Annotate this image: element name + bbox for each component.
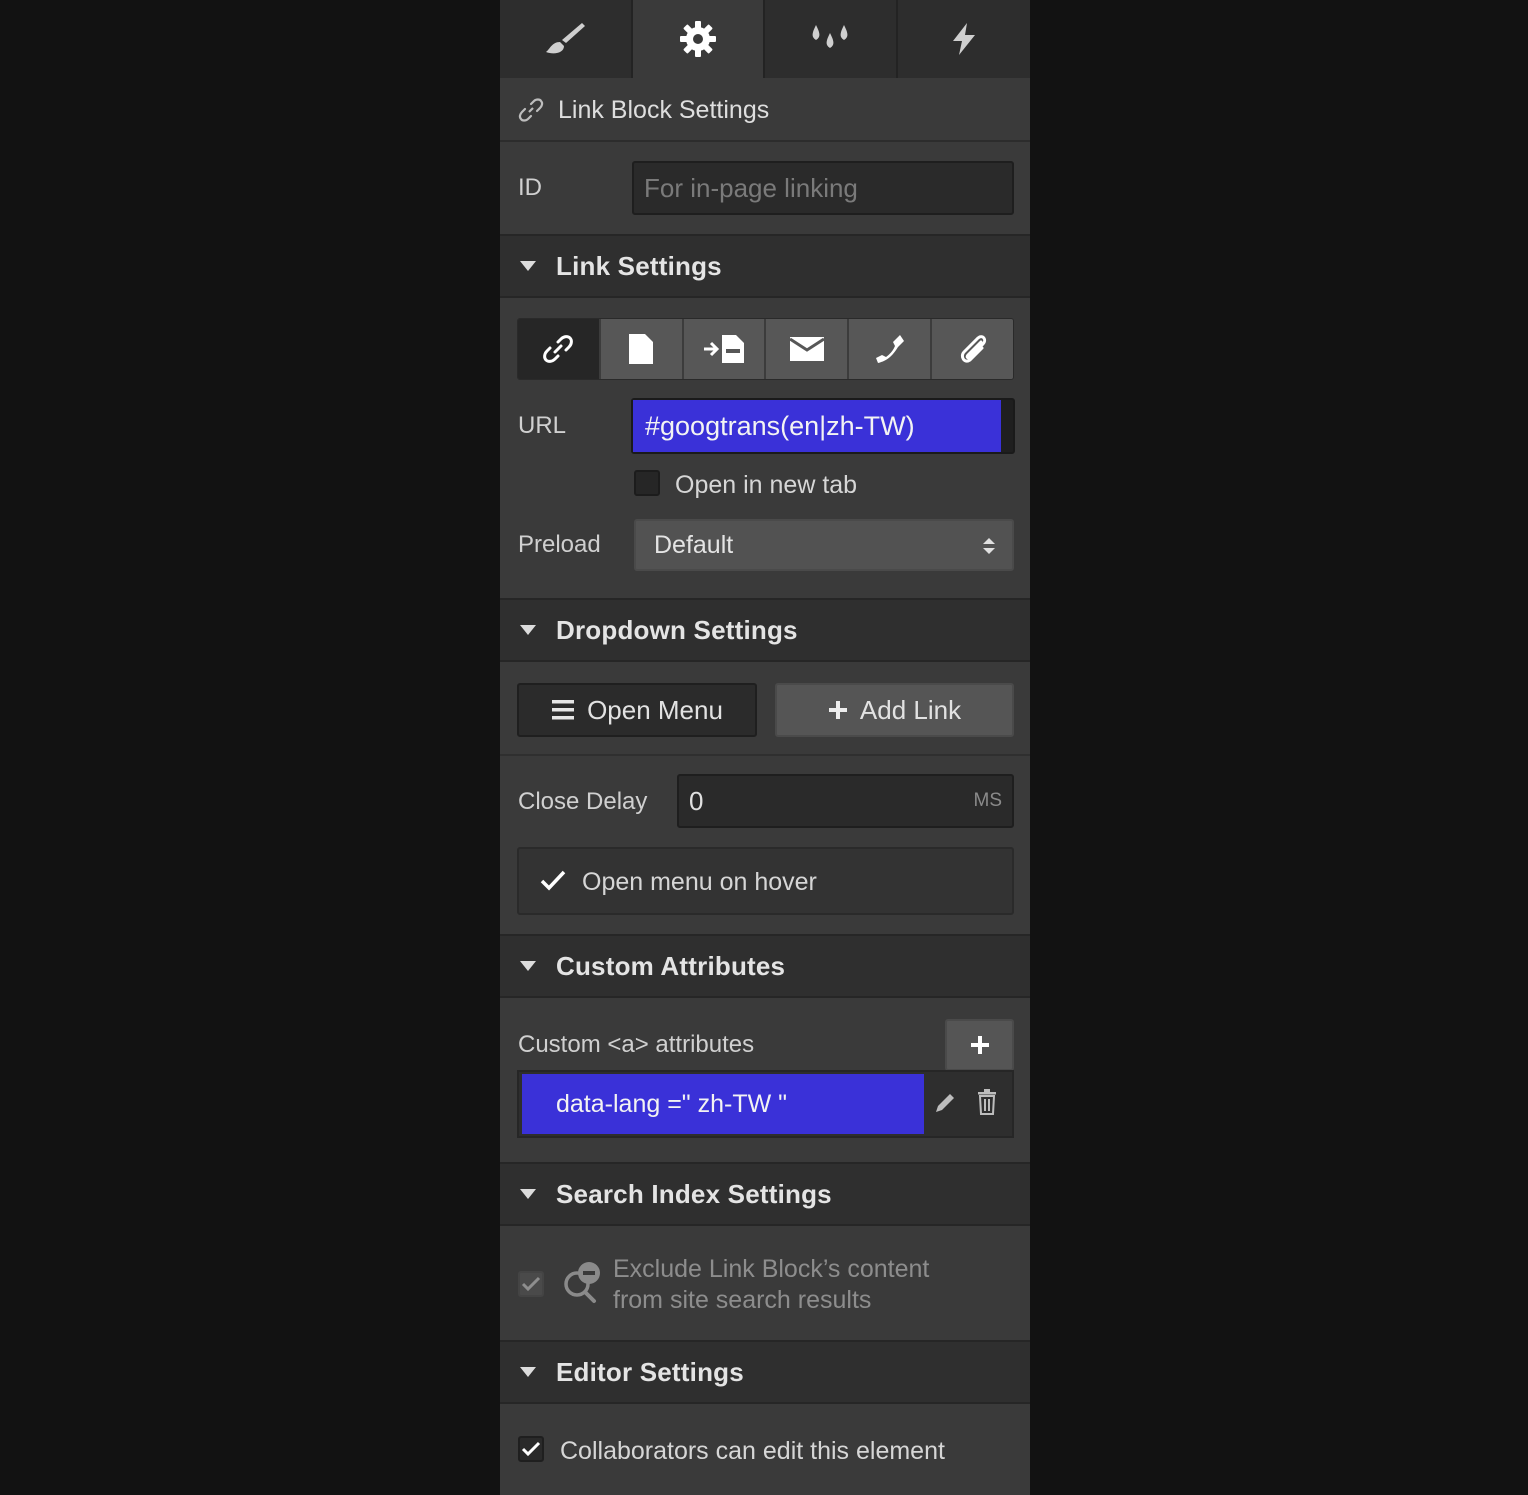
collapse-triangle-icon xyxy=(520,961,536,971)
tab-interactions[interactable] xyxy=(897,0,1030,78)
close-delay-input[interactable]: 0 MS xyxy=(677,774,1014,828)
url-link-icon xyxy=(543,335,574,363)
link-block-header: Link Block Settings xyxy=(500,80,1030,142)
panel-title: Link Block Settings xyxy=(558,95,770,124)
collaborators-label: Collaborators can edit this element xyxy=(560,1437,945,1465)
link-type-page[interactable] xyxy=(600,319,684,379)
collapse-triangle-icon xyxy=(520,1189,536,1199)
preload-value: Default xyxy=(654,530,734,559)
search-index-body: Exclude Link Block’s content from site s… xyxy=(500,1226,1030,1340)
custom-attributes-body: Custom <a> attributes data-lang =" zh-TW… xyxy=(500,998,1030,1162)
plus-icon xyxy=(828,701,847,719)
open-on-hover-label: Open menu on hover xyxy=(582,868,817,896)
link-type-phone[interactable] xyxy=(849,319,933,379)
divider xyxy=(500,754,1030,756)
hamburger-icon xyxy=(552,700,575,720)
brush-icon xyxy=(546,23,586,54)
hover-option-box: Open menu on hover xyxy=(517,847,1014,915)
exclude-search-checkbox[interactable] xyxy=(518,1271,544,1297)
drops-icon xyxy=(812,25,848,48)
settings-panel: Link Block Settings ID For in-page linki… xyxy=(500,0,1030,1495)
url-input[interactable]: #googtrans(en|zh-TW) xyxy=(631,398,1015,454)
section-title: Dropdown Settings xyxy=(556,614,798,645)
lightning-icon xyxy=(952,23,975,55)
editor-settings-body: Collaborators can edit this element xyxy=(500,1404,1030,1495)
section-anchor-icon xyxy=(704,335,745,363)
attribute-row[interactable]: data-lang =" zh-TW " xyxy=(517,1070,1014,1138)
attachment-icon xyxy=(960,335,986,363)
open-new-tab-label: Open in new tab xyxy=(675,471,858,499)
id-input[interactable]: For in-page linking xyxy=(632,161,1014,215)
select-arrows-icon xyxy=(983,538,995,554)
gear-icon xyxy=(679,21,716,57)
dropdown-settings-header[interactable]: Dropdown Settings xyxy=(500,598,1030,662)
dropdown-settings-body: Open Menu Add Link Close Delay 0 MS Open… xyxy=(500,662,1030,934)
search-exclude-icon xyxy=(564,1262,600,1303)
link-settings-header[interactable]: Link Settings xyxy=(500,234,1030,298)
url-label: URL xyxy=(518,412,567,439)
collapse-triangle-icon xyxy=(520,261,536,271)
collapse-triangle-icon xyxy=(520,1367,536,1377)
checkmark-icon xyxy=(521,1276,541,1292)
email-icon xyxy=(789,337,825,361)
link-type-email[interactable] xyxy=(766,319,850,379)
close-delay-unit: MS xyxy=(973,790,1003,811)
open-menu-button[interactable]: Open Menu xyxy=(517,683,757,737)
plus-icon xyxy=(970,1036,989,1054)
custom-attributes-label: Custom <a> attributes xyxy=(518,1031,755,1058)
link-icon xyxy=(518,98,544,122)
add-link-label: Add Link xyxy=(859,694,962,725)
preload-label: Preload xyxy=(518,531,601,558)
trash-icon[interactable] xyxy=(976,1089,998,1115)
open-new-tab-checkbox[interactable] xyxy=(634,470,660,496)
url-selected-text: #googtrans(en|zh-TW) xyxy=(633,400,1001,452)
open-menu-label: Open Menu xyxy=(587,694,723,725)
tab-style-manager[interactable] xyxy=(765,0,898,78)
open-on-hover-checkbox[interactable] xyxy=(540,868,566,894)
section-title: Link Settings xyxy=(556,250,722,281)
collaborators-checkbox[interactable] xyxy=(518,1436,544,1462)
section-title: Search Index Settings xyxy=(556,1178,832,1209)
close-delay-value: 0 xyxy=(689,785,704,816)
page-icon xyxy=(629,334,654,364)
id-label: ID xyxy=(518,174,542,201)
link-type-section[interactable] xyxy=(683,319,767,379)
editor-settings-header[interactable]: Editor Settings xyxy=(500,1340,1030,1404)
custom-attributes-header[interactable]: Custom Attributes xyxy=(500,934,1030,998)
exclude-search-line2: from site search results xyxy=(613,1286,872,1314)
add-attribute-button[interactable] xyxy=(945,1019,1014,1071)
search-index-header[interactable]: Search Index Settings xyxy=(500,1162,1030,1226)
checkmark-icon xyxy=(521,1441,541,1457)
add-link-button[interactable]: Add Link xyxy=(775,683,1014,737)
collapse-triangle-icon xyxy=(520,625,536,635)
close-delay-label: Close Delay xyxy=(518,788,648,815)
link-type-attachment[interactable] xyxy=(932,319,1013,379)
link-type-url[interactable] xyxy=(518,319,601,379)
panel-tabs xyxy=(500,0,1030,78)
id-placeholder: For in-page linking xyxy=(644,172,858,203)
tab-settings[interactable] xyxy=(632,0,765,78)
id-row: ID For in-page linking xyxy=(500,142,1030,234)
phone-icon xyxy=(875,335,904,363)
tab-style[interactable] xyxy=(500,0,633,78)
pencil-icon[interactable] xyxy=(932,1090,958,1116)
checkmark-icon xyxy=(540,870,566,891)
section-title: Editor Settings xyxy=(556,1356,744,1387)
section-title: Custom Attributes xyxy=(556,950,786,981)
exclude-search-line1: Exclude Link Block’s content xyxy=(613,1255,930,1283)
link-type-selector xyxy=(517,318,1014,380)
preload-select[interactable]: Default xyxy=(634,519,1014,571)
attribute-text: data-lang =" zh-TW " xyxy=(522,1074,924,1134)
link-settings-body: URL #googtrans(en|zh-TW) Open in new tab… xyxy=(500,298,1030,598)
